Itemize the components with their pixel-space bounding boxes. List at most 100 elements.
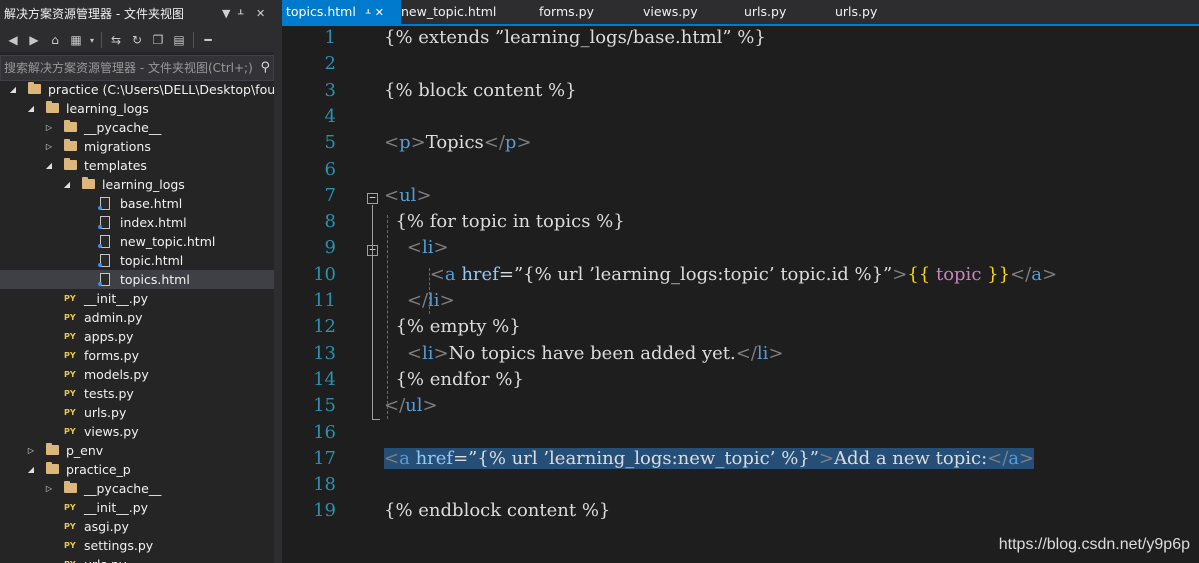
expanded-arrow-icon[interactable]: ◢ [26, 460, 36, 479]
panel-splitter[interactable] [274, 0, 282, 563]
tab-new-topic-html[interactable]: new_topic.html [397, 0, 531, 24]
tree-item-label: forms.py [84, 348, 139, 363]
tab-views-py[interactable]: views.py [639, 0, 738, 24]
tree-file-item[interactable]: index.html [0, 213, 274, 232]
close-icon[interactable]: ✕ [256, 0, 265, 28]
code-line[interactable]: {% extends ”learning_logs/base.html” %} [384, 27, 766, 48]
tree-folder-item[interactable]: ◢ practice (C:\Users\DELL\Desktop\four\ [0, 80, 274, 99]
tree-item-label: learning_logs [102, 177, 185, 192]
tree-file-item[interactable]: base.html [0, 194, 274, 213]
home-icon[interactable]: ⌂ [46, 31, 64, 49]
code-line[interactable]: {% for topic in topics %} [384, 211, 624, 232]
sync-icon[interactable]: ⇆ [107, 31, 125, 49]
code-token: li [421, 342, 434, 364]
code-line[interactable]: {% endblock content %} [384, 500, 610, 521]
tree-folder-item[interactable]: ◢ practice_p [0, 460, 274, 479]
code-token: > [433, 342, 449, 364]
tree-file-item[interactable]: PY urls.py [0, 403, 274, 422]
tree-item-label: admin.py [84, 310, 143, 325]
collapsed-arrow-icon[interactable]: ▷ [44, 479, 54, 498]
tree-file-item[interactable]: PY asgi.py [0, 517, 274, 536]
code-token: =”{% url ’learning_logs:topic’ topic.id … [498, 263, 893, 285]
tree-file-item[interactable]: PY models.py [0, 365, 274, 384]
code-line[interactable]: </ul> [384, 395, 438, 416]
code-token: </ [987, 447, 1009, 469]
search-icon[interactable]: ⚲ [260, 56, 270, 80]
code-line[interactable]: <li>No topics have been added yet.</li> [384, 343, 784, 364]
tree-file-item[interactable]: PY __init__.py [0, 498, 274, 517]
explorer-title: 解决方案资源管理器 - 文件夹视图 [4, 7, 184, 21]
code-token: </ [735, 342, 757, 364]
tree-file-item[interactable]: PY apps.py [0, 327, 274, 346]
tree-file-item[interactable]: PY admin.py [0, 308, 274, 327]
line-number: 19 [313, 500, 336, 522]
tree-file-item[interactable]: topics.html [0, 270, 274, 289]
tab-close-icon[interactable]: ✕ [375, 6, 384, 19]
tree-folder-item[interactable]: ◢ templates [0, 156, 274, 175]
dropdown-icon[interactable]: ▾ [88, 31, 96, 49]
tree-file-item[interactable]: new_topic.html [0, 232, 274, 251]
tree-folder-item[interactable]: ▷ __pycache__ [0, 118, 274, 137]
properties-icon[interactable]: ━ [199, 31, 217, 49]
tree-item-label: models.py [84, 367, 149, 382]
code-token: p [504, 132, 517, 154]
fold-ul-icon[interactable]: − [367, 192, 378, 204]
tree-item-label: practice_p [66, 462, 131, 477]
collapsed-arrow-icon[interactable]: ▷ [44, 137, 54, 156]
code-token: href [461, 263, 499, 285]
code-token: > [892, 263, 908, 285]
expanded-arrow-icon[interactable]: ◢ [44, 156, 54, 175]
tree-file-item[interactable]: PY tests.py [0, 384, 274, 403]
tree-file-item[interactable]: PY forms.py [0, 346, 274, 365]
code-line[interactable]: {% block content %} [384, 80, 577, 101]
tree-file-item[interactable]: PY views.py [0, 422, 274, 441]
tab-pin-icon[interactable]: ᚆ [366, 8, 371, 19]
tree-folder-item[interactable]: ▷ p_env [0, 441, 274, 460]
expanded-arrow-icon[interactable]: ◢ [8, 80, 18, 99]
code-line[interactable]: </li> [384, 290, 455, 311]
code-editor[interactable]: 1 {% extends ”learning_logs/base.html” %}… [282, 26, 1199, 563]
tree-file-item[interactable]: PY urls.py [0, 555, 274, 563]
code-token: ul [405, 395, 423, 417]
explorer-search-input[interactable]: 搜索解决方案资源管理器 - 文件夹视图(Ctrl+;) ⚲ [0, 55, 274, 81]
tree-file-item[interactable]: topic.html [0, 251, 274, 270]
code-line[interactable]: {% empty %} [384, 316, 520, 337]
python-file-icon: PY [64, 332, 76, 341]
show-all-files-icon[interactable]: ▤ [170, 31, 188, 49]
collapsed-arrow-icon[interactable]: ▷ [44, 118, 54, 137]
tab-urls-py[interactable]: urls.py [740, 0, 829, 24]
code-line[interactable]: {% endfor %} [384, 369, 523, 390]
expanded-arrow-icon[interactable]: ◢ [26, 99, 36, 118]
code-line[interactable]: <a href=”{% url ’learning_logs:new_topic… [384, 447, 1035, 469]
switch-views-icon[interactable]: ▦ [67, 31, 85, 49]
back-icon[interactable]: ◀ [4, 31, 22, 49]
forward-icon[interactable]: ▶ [25, 31, 43, 49]
tree-file-item[interactable]: PY settings.py [0, 536, 274, 555]
window-dropdown-icon[interactable]: ▼ [222, 0, 230, 28]
refresh-icon[interactable]: ↻ [128, 31, 146, 49]
collapse-all-icon[interactable]: ❐ [149, 31, 167, 49]
tab-label: new_topic.html [401, 4, 497, 19]
tab-forms-py[interactable]: forms.py [535, 0, 639, 24]
python-file-icon: PY [64, 555, 76, 563]
tab-urls-py[interactable]: urls.py [831, 0, 920, 24]
code-line[interactable]: <p>Topics</p> [384, 132, 532, 153]
code-line[interactable]: <li> [384, 237, 449, 258]
collapsed-arrow-icon[interactable]: ▷ [26, 441, 36, 460]
tree-item-label: __init__.py [84, 291, 149, 306]
tree-folder-item[interactable]: ▷ __pycache__ [0, 479, 274, 498]
code-token: a [444, 263, 456, 285]
expanded-arrow-icon[interactable]: ◢ [62, 175, 72, 194]
tab-topics-html[interactable]: topics.html ᚆ ✕ [282, 0, 401, 24]
fold-range-line [372, 204, 373, 420]
tree-folder-item[interactable]: ◢ learning_logs [0, 99, 274, 118]
code-line[interactable]: <ul> [384, 185, 432, 206]
pin-icon[interactable]: ᚆ [238, 0, 243, 28]
tree-folder-item[interactable]: ◢ learning_logs [0, 175, 274, 194]
code-token: < [384, 132, 400, 154]
tree-file-item[interactable]: PY __init__.py [0, 289, 274, 308]
tree-folder-item[interactable]: ▷ migrations [0, 137, 274, 156]
tree-item-label: urls.py [84, 405, 127, 420]
code-line[interactable]: <a href=”{% url ’learning_logs:topic’ to… [384, 264, 1057, 285]
